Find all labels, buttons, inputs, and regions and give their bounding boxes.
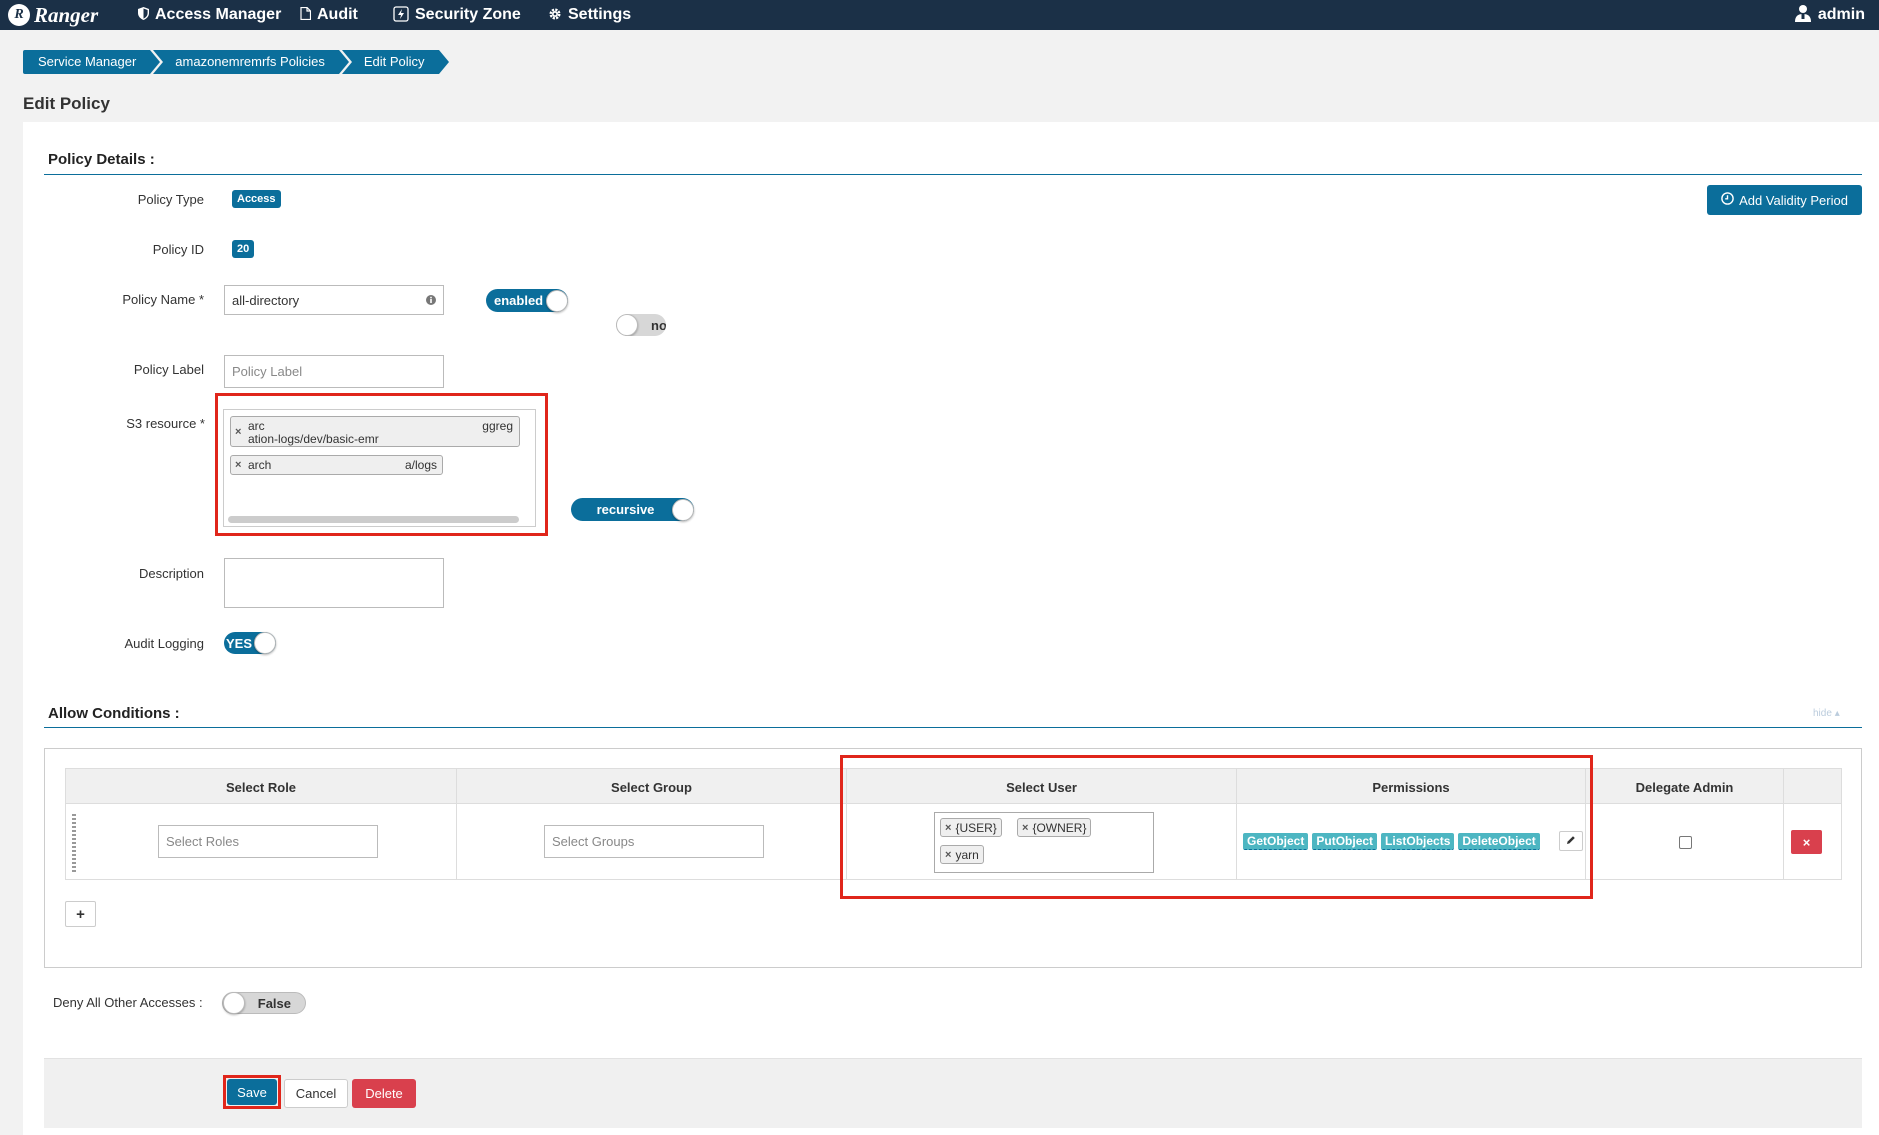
policy-id-badge: 20 bbox=[232, 240, 255, 258]
s3-resource-path-end: ggreg bbox=[482, 419, 513, 433]
allow-conditions-heading: Allow Conditions : bbox=[48, 705, 180, 722]
add-validity-period-button[interactable]: Add Validity Period bbox=[1707, 185, 1862, 215]
policy-label-input[interactable]: Policy Label bbox=[224, 355, 444, 388]
info-icon[interactable] bbox=[426, 293, 436, 308]
add-validity-period-label: Add Validity Period bbox=[1739, 192, 1848, 208]
user-permissions-highlight bbox=[840, 755, 1593, 899]
breadcrumb-edit-policy: Edit Policy bbox=[341, 50, 449, 74]
select-groups-input[interactable]: Select Groups bbox=[544, 825, 764, 858]
policy-id-label: Policy ID bbox=[152, 242, 204, 257]
policy-name-label: Policy Name * bbox=[122, 292, 204, 307]
cell-select-role: Select Roles bbox=[66, 804, 457, 880]
column-actions bbox=[1784, 769, 1841, 805]
remove-row-button[interactable]: × bbox=[1791, 830, 1822, 854]
ranger-logo[interactable]: R Ranger bbox=[8, 1, 98, 29]
select-roles-input[interactable]: Select Roles bbox=[158, 825, 378, 858]
policy-type-label: Policy Type bbox=[137, 192, 204, 207]
deny-all-toggle[interactable]: False bbox=[222, 992, 306, 1014]
nav-audit[interactable]: Audit bbox=[300, 0, 358, 30]
remove-tag-icon[interactable]: × bbox=[235, 426, 241, 438]
close-icon: × bbox=[1802, 834, 1811, 850]
policy-label-placeholder: Policy Label bbox=[232, 364, 303, 379]
nav-settings[interactable]: Settings bbox=[548, 0, 631, 30]
s3-resource-path-start: arc bbox=[248, 419, 265, 433]
gear-icon bbox=[548, 7, 562, 24]
save-button[interactable]: Save bbox=[227, 1079, 277, 1105]
delete-button[interactable]: Delete bbox=[352, 1079, 416, 1108]
user-icon bbox=[1794, 4, 1811, 27]
nav-audit-label: Audit bbox=[317, 6, 358, 23]
policy-priority-label: nor bbox=[651, 317, 666, 333]
policy-name-value: all-directory bbox=[232, 292, 300, 308]
cancel-button[interactable]: Cancel bbox=[284, 1079, 348, 1108]
toggle-knob bbox=[254, 632, 276, 654]
s3-resource-label: S3 resource * bbox=[126, 416, 205, 431]
policy-type-badge: Access bbox=[232, 190, 281, 208]
ranger-logo-icon: R bbox=[8, 4, 30, 26]
toggle-knob bbox=[223, 992, 245, 1014]
toggle-knob bbox=[616, 314, 638, 336]
top-navbar: R Ranger Access Manager Audit Security Z… bbox=[0, 0, 1879, 30]
cell-delegate-admin bbox=[1586, 804, 1784, 880]
select-groups-placeholder: Select Groups bbox=[552, 834, 635, 849]
policy-details-divider bbox=[44, 174, 1862, 175]
file-icon bbox=[300, 6, 312, 23]
s3-resource-path-start: arch bbox=[248, 458, 272, 472]
description-label: Description bbox=[138, 566, 204, 581]
cell-actions: × bbox=[1784, 804, 1841, 880]
clock-icon bbox=[1721, 192, 1734, 208]
add-condition-button[interactable]: + bbox=[65, 901, 96, 927]
deny-all-value: False bbox=[257, 995, 291, 1011]
shield-icon bbox=[138, 7, 149, 23]
policy-label-label: Policy Label bbox=[133, 362, 204, 377]
deny-all-label: Deny All Other Accesses : bbox=[53, 995, 203, 1010]
policy-enabled-label: enabled bbox=[494, 293, 544, 308]
s3-resource-path-cont: ation-logs/dev/basic-emr bbox=[248, 432, 379, 446]
column-delegate-admin: Delegate Admin bbox=[1586, 769, 1784, 805]
audit-logging-label: Audit Logging bbox=[124, 636, 204, 651]
toggle-knob bbox=[546, 289, 568, 312]
s3-resource-tag: × arc ggreg ation-logs/dev/basic-emr bbox=[230, 416, 520, 447]
s3-resource-tag: × arch a/logs bbox=[230, 455, 443, 475]
user-name: admin bbox=[1817, 6, 1865, 23]
toggle-knob bbox=[672, 498, 694, 521]
column-select-role: Select Role bbox=[66, 769, 457, 805]
policy-priority-toggle[interactable]: nor bbox=[616, 314, 666, 336]
page-title: Edit Policy bbox=[23, 94, 110, 113]
breadcrumb-policies[interactable]: amazonemremrfs Policies bbox=[153, 50, 349, 74]
hide-link-label: hide bbox=[1813, 708, 1832, 719]
brand-name: Ranger bbox=[34, 2, 99, 27]
policy-name-input[interactable]: all-directory bbox=[224, 285, 444, 315]
recursive-label: recursive bbox=[596, 502, 655, 517]
plus-icon: + bbox=[76, 905, 85, 923]
bolt-icon bbox=[393, 5, 409, 25]
allow-conditions-divider bbox=[44, 727, 1862, 728]
policy-enabled-toggle[interactable]: enabled bbox=[486, 289, 568, 312]
nav-security-zone-label: Security Zone bbox=[415, 6, 521, 23]
nav-security-zone[interactable]: Security Zone bbox=[393, 0, 521, 30]
policy-details-heading: Policy Details : bbox=[48, 151, 155, 168]
description-textarea[interactable] bbox=[224, 558, 444, 608]
hide-link[interactable]: hide ▴ bbox=[1813, 708, 1840, 719]
horizontal-scrollbar[interactable] bbox=[228, 516, 519, 523]
caret-up-icon: ▴ bbox=[1834, 708, 1840, 719]
cell-select-group: Select Groups bbox=[457, 804, 847, 880]
remove-tag-icon[interactable]: × bbox=[235, 459, 241, 471]
audit-logging-value: YES bbox=[226, 635, 253, 651]
nav-access-manager-label: Access Manager bbox=[155, 6, 282, 23]
nav-access-manager[interactable]: Access Manager bbox=[138, 0, 281, 30]
s3-resource-path-end: a/logs bbox=[404, 458, 437, 472]
s3-resource-select[interactable]: × arc ggreg ation-logs/dev/basic-emr × a… bbox=[223, 409, 536, 527]
breadcrumb-service-manager[interactable]: Service Manager bbox=[23, 50, 161, 74]
breadcrumb: Service Manager amazonemremrfs Policies … bbox=[23, 50, 449, 74]
delegate-admin-checkbox[interactable] bbox=[1679, 836, 1692, 849]
select-roles-placeholder: Select Roles bbox=[166, 834, 239, 849]
nav-settings-label: Settings bbox=[568, 6, 632, 23]
edit-policy-panel bbox=[23, 122, 1879, 1135]
audit-logging-toggle[interactable]: YES bbox=[224, 632, 276, 654]
column-select-group: Select Group bbox=[457, 769, 847, 805]
recursive-toggle[interactable]: recursive bbox=[571, 498, 694, 521]
user-menu[interactable]: admin bbox=[1794, 0, 1865, 30]
